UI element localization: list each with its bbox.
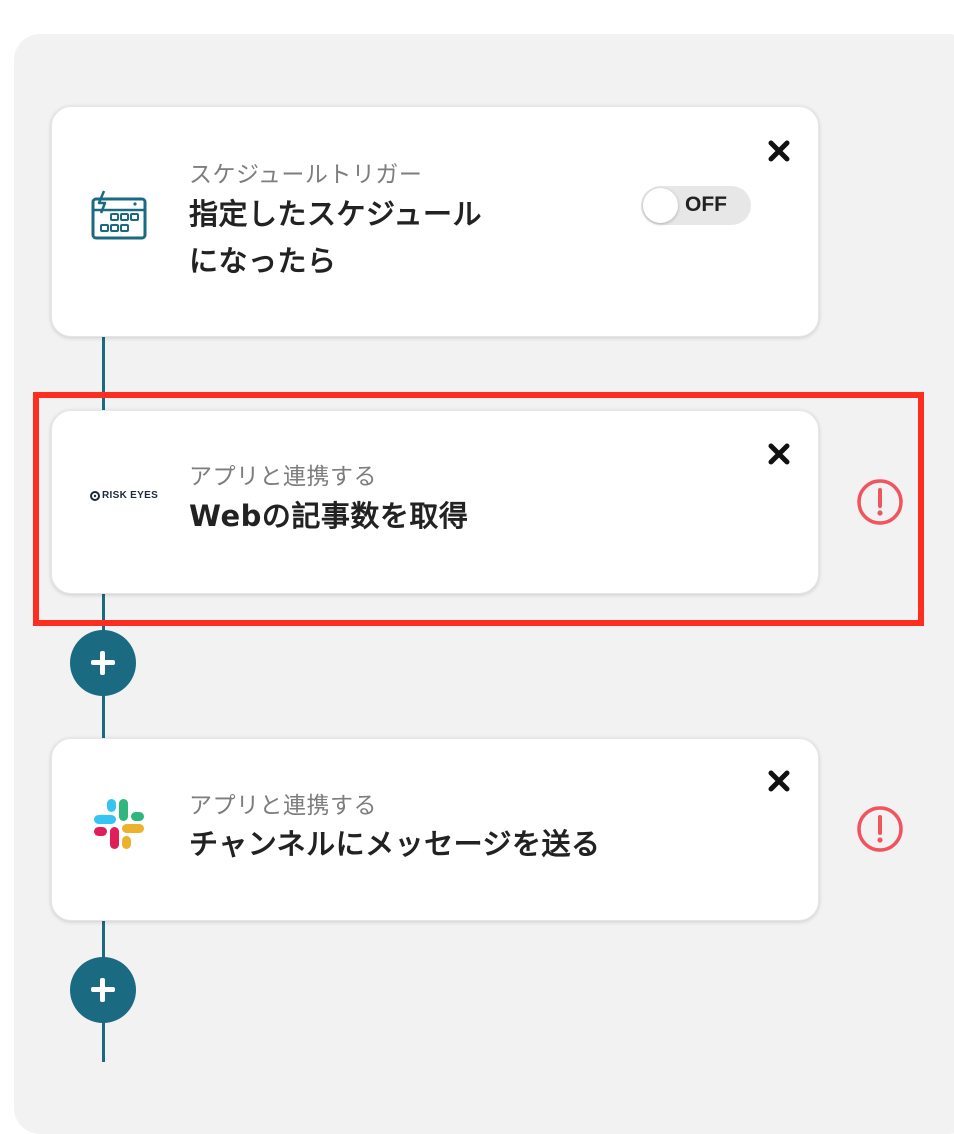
toggle-label: OFF — [685, 193, 727, 216]
add-step-button[interactable] — [70, 957, 136, 1023]
step-title: チャンネルにメッセージを送る — [189, 827, 601, 861]
step-subtitle: アプリと連携する — [189, 793, 377, 819]
schedule-calendar-icon — [90, 189, 148, 245]
step-subtitle: スケジュールトリガー — [189, 162, 423, 188]
toggle-knob — [643, 188, 678, 223]
close-icon[interactable] — [767, 139, 791, 163]
warning-icon[interactable] — [856, 805, 904, 853]
step-card-schedule-trigger[interactable]: スケジュールトリガー 指定したスケジュール になったら OFF — [51, 106, 819, 337]
step-title-line: 指定したスケジュール — [189, 197, 482, 231]
add-step-button[interactable] — [70, 630, 136, 696]
close-icon[interactable] — [767, 769, 791, 793]
selection-highlight — [33, 392, 924, 626]
step-title-line: になったら — [189, 244, 337, 278]
step-title: 指定したスケジュール になったら — [189, 191, 482, 285]
step-card-slack[interactable]: アプリと連携する チャンネルにメッセージを送る — [51, 738, 819, 921]
trigger-toggle[interactable]: OFF — [641, 186, 751, 225]
slack-logo — [90, 795, 148, 857]
